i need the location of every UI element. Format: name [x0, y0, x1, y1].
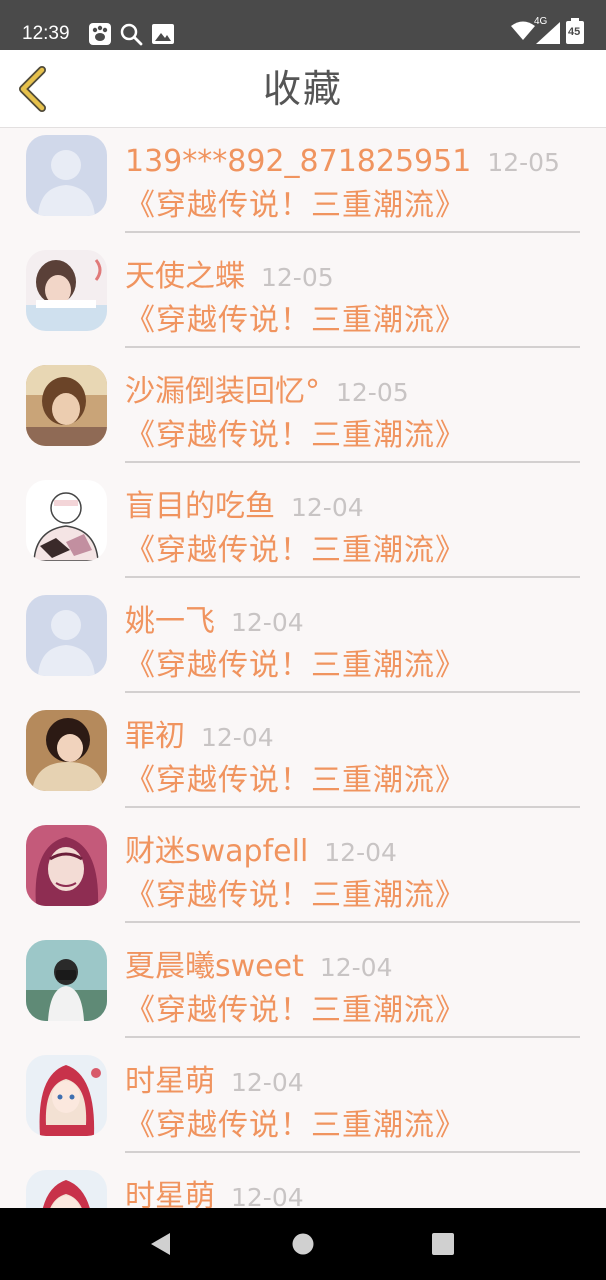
item-username: 沙漏倒装回忆°: [125, 374, 320, 409]
divider: [125, 1036, 580, 1038]
item-username: 夏晨曦sweet: [125, 949, 304, 984]
favorites-list: 139***892_871825951 12-05 《穿越传说！三重潮流》 天使之…: [0, 128, 606, 1208]
item-username: 罪初: [125, 719, 185, 754]
item-book-title[interactable]: 《穿越传说！三重潮流》: [125, 646, 466, 686]
search-icon: [119, 22, 143, 50]
header: 收藏: [0, 50, 606, 128]
item-book-title[interactable]: 《穿越传说！三重潮流》: [125, 876, 466, 916]
wifi-icon: [510, 20, 536, 46]
avatar-default: [26, 595, 107, 676]
list-item[interactable]: 罪初 12-04 《穿越传说！三重潮流》: [0, 703, 606, 818]
item-username: 139***892_871825951: [125, 144, 472, 179]
item-date: 12-05: [336, 378, 409, 407]
avatar-photo: [26, 710, 107, 791]
avatar-photo: [26, 365, 107, 446]
avatar-drawing: [26, 480, 107, 561]
avatar-photo: [26, 250, 107, 331]
item-date: 12-05: [261, 263, 334, 292]
item-username: 盲目的吃鱼: [125, 489, 275, 524]
item-book-title[interactable]: 《穿越传说！三重潮流》: [125, 416, 466, 456]
avatar-photo: [26, 940, 107, 1021]
divider: [125, 806, 580, 808]
avatar-illustration: [26, 825, 107, 906]
recents-square-icon[interactable]: [432, 1233, 454, 1259]
item-username: 财迷swapfell: [125, 834, 309, 869]
divider: [125, 231, 580, 233]
item-date: 12-04: [201, 723, 274, 752]
divider: [125, 691, 580, 693]
item-date: 12-04: [231, 1183, 304, 1208]
item-book-title[interactable]: 《穿越传说！三重潮流》: [125, 991, 466, 1031]
item-username: 天使之蝶: [125, 259, 245, 294]
item-date: 12-04: [231, 1068, 304, 1097]
item-date: 12-04: [231, 608, 304, 637]
item-book-title[interactable]: 《穿越传说！三重潮流》: [125, 186, 466, 226]
list-item[interactable]: 财迷swapfell 12-04 《穿越传说！三重潮流》: [0, 818, 606, 933]
avatar-default: [26, 135, 107, 216]
paw-icon: [88, 22, 112, 50]
list-item[interactable]: 沙漏倒装回忆° 12-05 《穿越传说！三重潮流》: [0, 358, 606, 473]
list-item[interactable]: 姚一飞 12-04 《穿越传说！三重潮流》: [0, 588, 606, 703]
item-username: 时星萌: [125, 1179, 215, 1208]
avatar-illustration: [26, 1055, 107, 1136]
list-item[interactable]: 夏晨曦sweet 12-04 《穿越传说！三重潮流》: [0, 933, 606, 1048]
signal-icon: [536, 22, 560, 48]
image-icon: [151, 22, 175, 50]
item-username: 姚一飞: [125, 604, 215, 639]
list-item[interactable]: 时星萌 12-04: [0, 1163, 606, 1208]
item-date: 12-04: [324, 838, 397, 867]
item-book-title[interactable]: 《穿越传说！三重潮流》: [125, 761, 466, 801]
list-item[interactable]: 盲目的吃鱼 12-04 《穿越传说！三重潮流》: [0, 473, 606, 588]
item-book-title[interactable]: 《穿越传说！三重潮流》: [125, 531, 466, 571]
item-book-title[interactable]: 《穿越传说！三重潮流》: [125, 301, 466, 341]
divider: [125, 576, 580, 578]
list-item[interactable]: 天使之蝶 12-05 《穿越传说！三重潮流》: [0, 243, 606, 358]
item-username: 时星萌: [125, 1064, 215, 1099]
item-date: 12-04: [291, 493, 364, 522]
status-time: 12:39: [22, 23, 70, 44]
item-date: 12-05: [487, 148, 560, 177]
page-title: 收藏: [262, 67, 343, 111]
back-triangle-icon[interactable]: [150, 1232, 172, 1260]
list-item[interactable]: 时星萌 12-04 《穿越传说！三重潮流》: [0, 1048, 606, 1163]
divider: [125, 461, 580, 463]
divider: [125, 921, 580, 923]
divider: [125, 1151, 580, 1153]
home-circle-icon[interactable]: [291, 1232, 315, 1260]
item-book-title[interactable]: 《穿越传说！三重潮流》: [125, 1106, 466, 1146]
navigation-bar: [0, 1208, 606, 1280]
item-date: 12-04: [319, 953, 393, 982]
avatar-illustration: [26, 1170, 107, 1208]
list-item[interactable]: 139***892_871825951 12-05 《穿越传说！三重潮流》: [0, 128, 606, 243]
status-bar: 12:39 4G 45: [0, 0, 606, 50]
divider: [125, 346, 580, 348]
battery-level: 45: [568, 26, 581, 38]
